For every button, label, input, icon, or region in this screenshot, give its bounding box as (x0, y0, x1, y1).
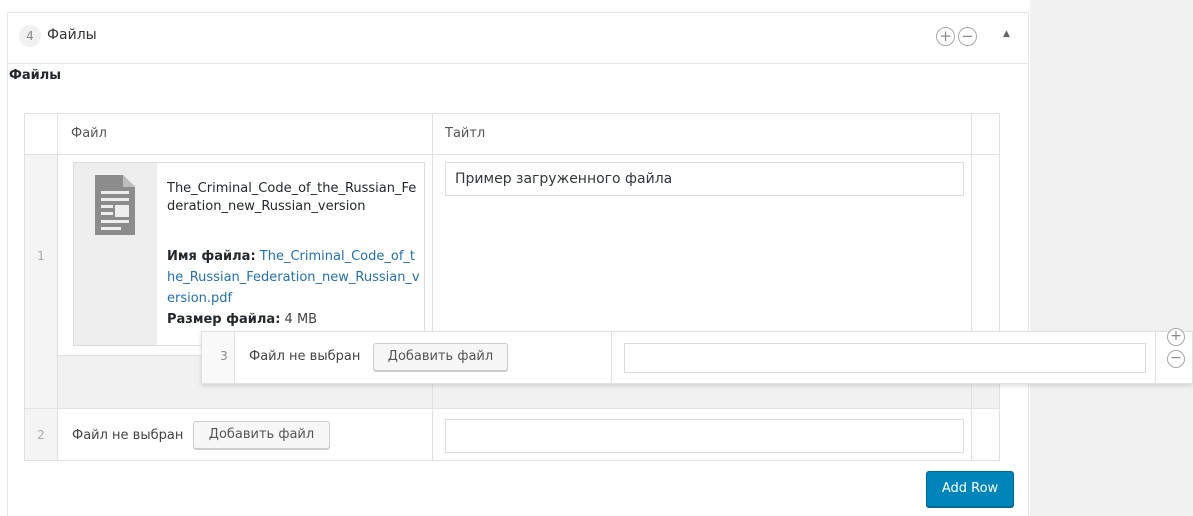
column-header-title: Тайтл (445, 126, 486, 141)
no-file-text: Файл не выбран (249, 349, 361, 364)
divider (57, 114, 58, 460)
file-name: The_Criminal_Code_of_the_Russian_Federat… (167, 181, 417, 214)
minus-circle-icon[interactable]: − (1167, 350, 1185, 368)
table-header (25, 114, 999, 155)
divider (432, 114, 433, 460)
add-row-button[interactable]: Add Row (926, 471, 1014, 507)
add-file-button[interactable]: Добавить файл (193, 421, 330, 449)
row-index: 3 (220, 349, 228, 363)
column-header-file: Файл (71, 126, 107, 141)
title-input-row-2[interactable] (445, 419, 964, 453)
caret-up-icon[interactable]: ▲ (1003, 29, 1010, 39)
file-thumbnail (74, 163, 157, 345)
divider (971, 114, 972, 460)
document-icon (95, 175, 135, 235)
filesize-value: 4 MB (284, 312, 318, 327)
row-gutter (25, 155, 57, 408)
panel-title: Файлы (47, 27, 97, 43)
section-label: Файлы (9, 68, 62, 83)
panel-number-badge: 4 (19, 25, 41, 47)
panel-header[interactable]: 4 Файлы + − ▲ (8, 13, 1028, 64)
divider (25, 408, 999, 409)
dragging-row[interactable]: 3 Файл не выбран Добавить файл (201, 331, 1193, 384)
row-index: 1 (37, 249, 45, 263)
add-file-button[interactable]: Добавить файл (373, 343, 508, 371)
plus-circle-icon[interactable]: + (1167, 328, 1185, 346)
divider (611, 332, 612, 383)
plus-circle-icon[interactable]: + (936, 27, 955, 46)
filename-label: Имя файла: (167, 249, 256, 264)
row-index: 2 (37, 428, 45, 442)
divider (1155, 332, 1156, 383)
title-input-row-3[interactable] (624, 343, 1146, 373)
minus-circle-icon[interactable]: − (958, 27, 977, 46)
file-meta: Имя файла: The_Criminal_Code_of_the_Russ… (167, 246, 422, 330)
file-card: The_Criminal_Code_of_the_Russian_Federat… (73, 162, 425, 346)
no-file-text: Файл не выбран (72, 428, 184, 443)
filesize-label: Размер файла: (167, 312, 281, 327)
title-input-row-1[interactable] (445, 162, 964, 196)
